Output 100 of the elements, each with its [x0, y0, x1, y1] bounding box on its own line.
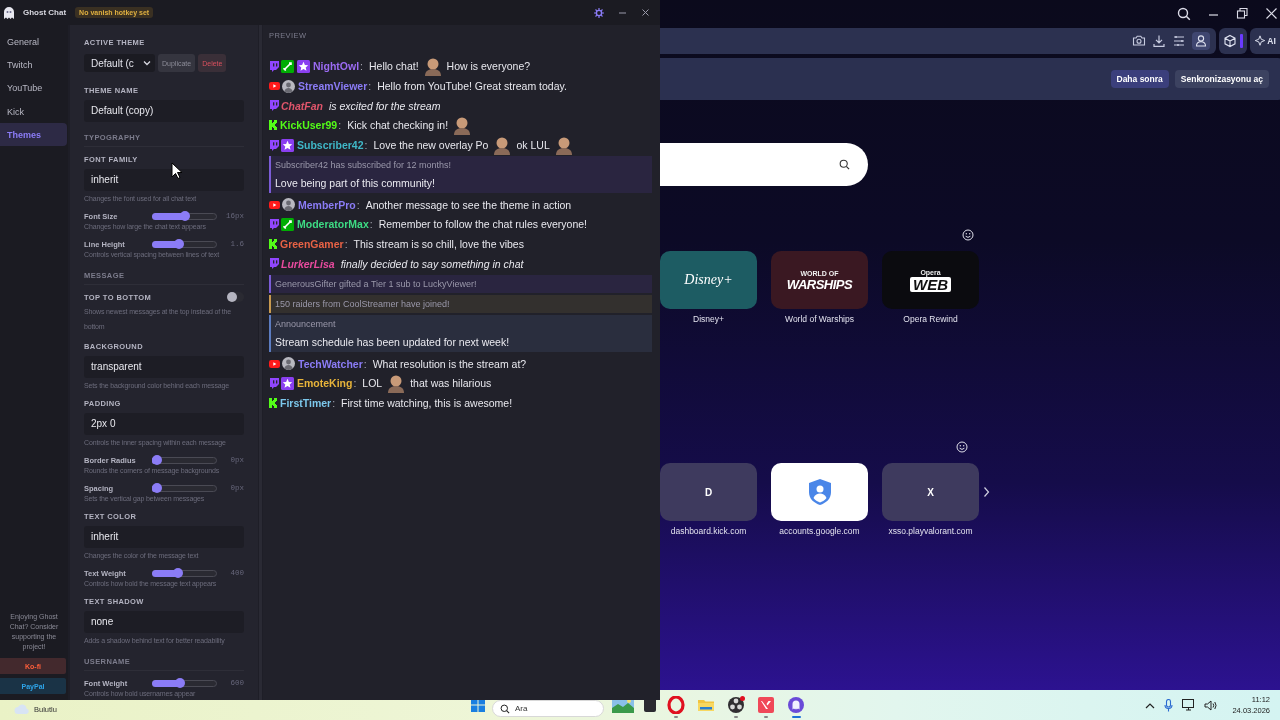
- sparkle-icon: [1254, 35, 1267, 47]
- emoji-icon[interactable]: [956, 441, 968, 453]
- username: MemberPro: [298, 198, 356, 211]
- separator: :: [368, 80, 372, 93]
- username: ModeratorMax: [297, 218, 369, 231]
- logo-text: WEB: [910, 276, 951, 292]
- separator: :: [344, 238, 348, 251]
- search-icon[interactable]: [1177, 6, 1191, 21]
- cube-button[interactable]: [1219, 28, 1247, 54]
- platform-icon: [269, 239, 278, 250]
- nav-item[interactable]: Twitch: [0, 53, 67, 77]
- slider-thumb[interactable]: [174, 239, 184, 249]
- emote-icon: [422, 56, 443, 77]
- platform-icon: [269, 120, 278, 131]
- slider[interactable]: [152, 678, 217, 688]
- separator: :: [338, 119, 342, 132]
- close-icon[interactable]: [641, 8, 650, 17]
- slider-thumb[interactable]: [152, 483, 162, 493]
- nav-item[interactable]: Themes: [0, 123, 67, 147]
- message-text: Another message to see the theme in action: [365, 198, 572, 211]
- username: EmoteKing: [297, 377, 353, 390]
- slider[interactable]: [152, 568, 217, 578]
- nav-item[interactable]: General: [0, 30, 67, 54]
- menu-icon[interactable]: [1172, 34, 1186, 48]
- message-text: Hello chat!: [369, 60, 419, 73]
- avatar-icon: [282, 79, 295, 93]
- message-text: LOL: [362, 377, 383, 390]
- slider-thumb[interactable]: [152, 455, 162, 465]
- cube-icon: [1223, 34, 1237, 48]
- event-message: Stream schedule has been updated for next week!: [275, 334, 511, 350]
- slider[interactable]: [152, 483, 217, 493]
- separator: :: [363, 357, 367, 370]
- username: Subscriber42: [297, 139, 364, 152]
- slider[interactable]: [152, 211, 217, 221]
- ghost-logo-icon: [2, 5, 16, 20]
- search-icon: [500, 703, 510, 714]
- message-text: is excited for the stream: [329, 99, 441, 112]
- chevron-right-icon[interactable]: [983, 486, 990, 498]
- text-field[interactable]: none: [84, 611, 244, 633]
- platform-icon: [269, 218, 279, 230]
- chevron-up-icon[interactable]: [1145, 701, 1156, 709]
- username: FirstTimer: [280, 396, 332, 409]
- monitor-icon[interactable]: [1182, 699, 1196, 711]
- message-text: Love the new overlay Po: [373, 139, 489, 152]
- emoji-icon[interactable]: [962, 229, 974, 241]
- download-icon[interactable]: [1152, 34, 1166, 48]
- emote-icon: [452, 115, 473, 136]
- separator: :: [369, 218, 373, 231]
- text-field[interactable]: 2px 0: [84, 413, 244, 435]
- speed-dial-tile[interactable]: X: [882, 463, 979, 521]
- separator: :: [332, 396, 336, 409]
- avatar-icon: [282, 357, 295, 371]
- message-text: First time watching, this is awesome!: [341, 396, 513, 409]
- sword-badge-icon: [281, 59, 294, 73]
- slider-thumb[interactable]: [175, 678, 186, 688]
- speed-dial-tile[interactable]: Disney+: [660, 251, 757, 309]
- platform-icon: [269, 258, 279, 270]
- camera-icon[interactable]: [1132, 34, 1146, 48]
- slider[interactable]: [152, 239, 217, 249]
- message-text: How is everyone?: [446, 60, 531, 73]
- settings-icon[interactable]: [594, 7, 604, 18]
- circles-icon[interactable]: [727, 696, 745, 714]
- separator: :: [364, 139, 368, 152]
- platform-icon: [269, 60, 279, 72]
- slider[interactable]: [152, 455, 217, 465]
- text-field[interactable]: inherit: [84, 526, 244, 548]
- nav-item[interactable]: YouTube: [0, 76, 67, 100]
- emote-icon: [553, 135, 574, 156]
- cursor-icon: [171, 162, 183, 180]
- platform-icon: [269, 100, 279, 112]
- slider-thumb[interactable]: [180, 211, 191, 221]
- text-field[interactable]: transparent: [84, 356, 244, 378]
- search-field[interactable]: Ara: [492, 700, 604, 717]
- speed-dial-tile[interactable]: [771, 463, 868, 521]
- text-field[interactable]: inherit: [84, 169, 244, 191]
- restore-icon[interactable]: [1236, 7, 1249, 20]
- nav-item[interactable]: Kick: [0, 99, 67, 124]
- star-badge-icon: [297, 59, 310, 73]
- text-field[interactable]: Default (copy): [84, 100, 244, 122]
- slider-thumb[interactable]: [172, 568, 183, 578]
- ghost-icon[interactable]: [787, 696, 805, 714]
- profile-icon[interactable]: [1192, 32, 1210, 50]
- taskbar-app-icon[interactable]: [757, 696, 775, 714]
- speaker-icon[interactable]: [1204, 699, 1218, 711]
- search-field[interactable]: [660, 143, 868, 186]
- tile-label: World of Warships: [785, 314, 854, 324]
- ai-button[interactable]: AI: [1250, 28, 1280, 54]
- message-text: Remember to follow the chat rules everyone!: [378, 218, 588, 231]
- sync-button[interactable]: Senkronizasyonu aç: [1174, 70, 1269, 88]
- microphone-icon[interactable]: [1164, 698, 1174, 712]
- theme-select[interactable]: Default (c: [84, 54, 155, 72]
- later-button[interactable]: Daha sonra: [1110, 70, 1169, 88]
- event-header: Announcement: [275, 317, 337, 331]
- platform-icon: [269, 200, 280, 209]
- platform-icon: [269, 82, 280, 91]
- ring-icon[interactable]: [667, 696, 685, 714]
- speed-dial-tile[interactable]: D: [660, 463, 757, 521]
- event-message: Love being part of this community!: [275, 175, 436, 191]
- toggle-switch[interactable]: [227, 292, 244, 302]
- separator: :: [360, 60, 363, 73]
